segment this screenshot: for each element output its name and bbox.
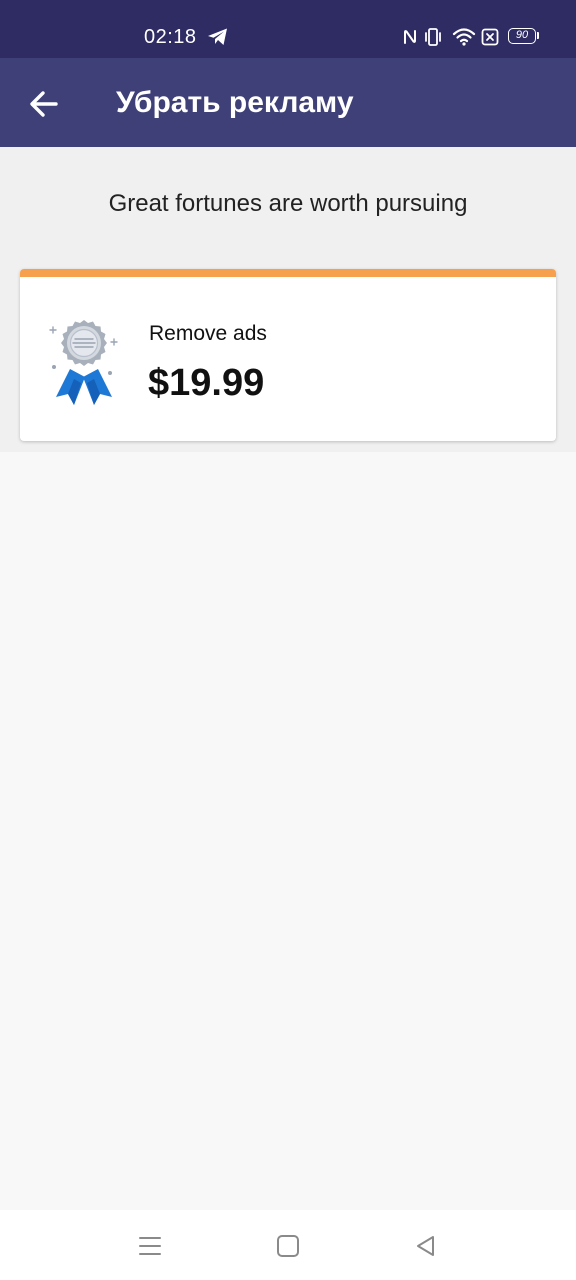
card-accent-bar: [20, 269, 556, 277]
battery-icon: 90: [508, 28, 536, 44]
home-square-icon[interactable]: [274, 1232, 302, 1260]
menu-icon[interactable]: [136, 1234, 164, 1258]
product-name: Remove ads: [149, 322, 267, 345]
status-time: 02:18: [144, 26, 197, 48]
content-area: Great fortunes are worth pursuing Remove…: [0, 147, 576, 452]
nfc-icon: [404, 30, 416, 44]
app-bar: Убрать рекламу: [0, 58, 576, 147]
page-title: Убрать рекламу: [116, 86, 354, 119]
battery-level: 90: [515, 29, 529, 41]
wifi-icon: [452, 28, 476, 46]
vibrate-icon: [425, 28, 441, 46]
back-triangle-icon[interactable]: [412, 1232, 440, 1260]
sim-x-icon: [481, 28, 499, 46]
system-nav-bar: [0, 1210, 576, 1280]
back-arrow-icon[interactable]: [22, 82, 66, 126]
telegram-icon: [208, 28, 227, 45]
tagline: Great fortunes are worth pursuing: [108, 190, 468, 217]
product-card-remove-ads[interactable]: Remove ads $19.99: [20, 269, 556, 441]
status-bar: 02:18 90: [0, 0, 576, 58]
product-price: $19.99: [148, 362, 265, 404]
award-ribbon-icon: [49, 320, 118, 405]
battery-tip: [537, 32, 539, 39]
